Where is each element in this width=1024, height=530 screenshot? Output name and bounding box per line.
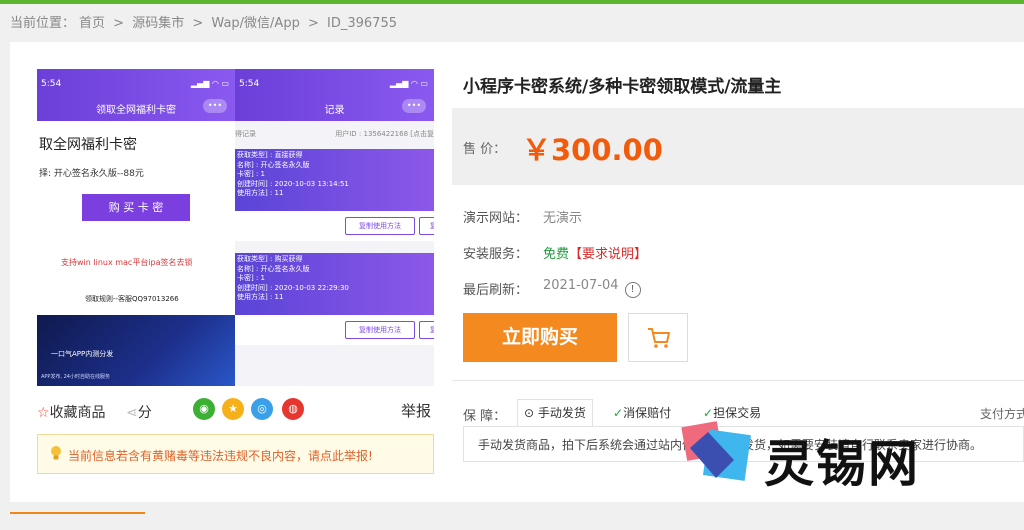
- breadcrumb-item-id: ID_396755: [327, 16, 397, 31]
- share-button[interactable]: ⋖分: [126, 402, 152, 422]
- left-phone-select: 择: 开心签名永久版--88元: [39, 169, 144, 179]
- tab-right: 用户ID : 1356422168 [点击复: [335, 130, 434, 138]
- refresh-value: 2021-07-04: [543, 278, 619, 293]
- clock-icon[interactable]: !: [624, 282, 641, 298]
- record-line: 名称] : 开心签名永久版: [237, 160, 310, 169]
- copy-method-button: 复制使用方法: [345, 217, 415, 235]
- signal-icon: ▂▄▆ ◠ ▭: [190, 79, 229, 88]
- right-phone-header: 5:54 ▂▄▆ ◠ ▭ 记录 •••: [235, 69, 434, 121]
- left-phone-buy-button: 购 买 卡 密: [82, 194, 190, 221]
- qzone-share-icon[interactable]: ★: [222, 398, 244, 420]
- record-line: 创建时间] : 2020-10-03 22:29:30: [237, 283, 349, 292]
- record-card: 获取类型] : 购买获得 名称] : 开心签名永久版 卡密] : 1 创建时间]…: [235, 253, 434, 345]
- record-line: 获取类型] : 直接获得: [237, 151, 303, 159]
- qq-share-icon[interactable]: ◎: [251, 398, 273, 420]
- record-line: 使用方法] : 11: [237, 189, 284, 197]
- record-line: 使用方法] : 11: [237, 293, 284, 301]
- report-link[interactable]: 举报: [401, 400, 431, 421]
- copy-method-button: 复制使用方法: [345, 321, 415, 339]
- breadcrumb-item-category[interactable]: Wap/微信/App: [211, 16, 299, 31]
- weibo-share-icon[interactable]: ◍: [282, 398, 304, 420]
- record-line: 名称] : 开心签名永久版: [237, 264, 310, 273]
- guarantee-text: 消保赔付: [623, 406, 672, 420]
- banner-title: 一口气APP内测分发: [51, 350, 114, 358]
- top-accent-bar: [0, 0, 1024, 4]
- share-icon: ⋖: [126, 405, 138, 421]
- report-notice[interactable]: 当前信息若含有黄赌毒等违法违规不良内容，请点此举报!: [37, 434, 434, 474]
- watermark-text: 灵锡网: [764, 435, 920, 493]
- left-phone-banner: 一口气APP内测分发 APP发布, 24小时自助在线服务: [37, 315, 235, 386]
- add-to-cart-button[interactable]: [628, 313, 688, 362]
- breadcrumb-sep: >: [113, 16, 125, 31]
- cart-icon: [648, 328, 670, 348]
- share-label: 分: [137, 405, 152, 421]
- record-line: 卡密] : 1: [237, 170, 265, 178]
- install-label: 安装服务：: [463, 247, 529, 262]
- refresh-label: 最后刷新：: [463, 283, 529, 298]
- check-icon: ✓: [613, 406, 624, 420]
- lightbulb-icon: [51, 446, 61, 460]
- divider: [452, 380, 1024, 381]
- guarantee-text: 手动发货: [537, 406, 586, 420]
- breadcrumb: 当前位置： 首页 > 源码集市 > Wap/微信/App > ID_396755: [10, 12, 401, 31]
- demo-value: 无演示: [543, 211, 583, 226]
- signal-icon: ▂▄▆ ◠ ▭: [389, 79, 428, 88]
- record-band: 获取类型] : 直接获得 名称] : 开心签名永久版 卡密] : 1 创建时间]…: [235, 149, 434, 211]
- more-icon: •••: [402, 99, 426, 113]
- favorite-button[interactable]: ☆收藏商品: [37, 402, 106, 422]
- buy-now-button[interactable]: 立即购买: [463, 313, 617, 362]
- breadcrumb-item-home[interactable]: 首页: [79, 16, 105, 31]
- left-phone-header: 5:54 ▂▄▆ ◠ ▭ 领取全网福利卡密 •••: [37, 69, 235, 121]
- record-card: 获取类型] : 直接获得 名称] : 开心签名永久版 卡密] : 1 创建时间]…: [235, 149, 434, 241]
- product-image[interactable]: 5:54 ▂▄▆ ◠ ▭ 领取全网福利卡密 ••• 取全网福利卡密 择: 开心签…: [37, 69, 434, 386]
- star-icon: ☆: [37, 405, 50, 421]
- refresh-value-wrap: 2021-07-04!: [543, 278, 641, 298]
- left-phone-heading: 取全网福利卡密: [39, 137, 137, 153]
- install-requirements-link[interactable]: 【要求说明】: [569, 247, 647, 262]
- right-phone-screenshot: 5:54 ▂▄▆ ◠ ▭ 记录 ••• 得记录 用户ID : 135642216…: [235, 69, 434, 386]
- left-phone-note: 支持win linux mac平台ipa签名去锁: [61, 258, 193, 267]
- install-value: 免费【要求说明】: [543, 243, 647, 262]
- product-title: 小程序卡密系统/多种卡密领取模式/流量主: [463, 77, 782, 97]
- record-line: 创建时间] : 2020-10-03 13:14:51: [237, 179, 349, 188]
- copy-code-button: 复制卡密: [419, 217, 434, 235]
- favorite-label: 收藏商品: [49, 405, 106, 421]
- right-phone-time: 5:54: [239, 79, 260, 89]
- more-icon: •••: [203, 99, 227, 113]
- tab-left: 得记录: [235, 130, 256, 138]
- tab-underline: [10, 512, 145, 514]
- guarantee-compensation[interactable]: ✓消保赔付: [606, 399, 679, 427]
- demo-label: 演示网站：: [463, 211, 529, 226]
- left-phone-screenshot: 5:54 ▂▄▆ ◠ ▭ 领取全网福利卡密 ••• 取全网福利卡密 择: 开心签…: [37, 69, 235, 386]
- price-value: ￥300.00: [522, 133, 663, 167]
- manual-delivery-icon: ⊙: [524, 406, 535, 420]
- notice-text: 当前信息若含有黄赌毒等违法违规不良内容，请点此举报!: [68, 449, 373, 463]
- copy-code-button: 复制卡密: [419, 321, 434, 339]
- breadcrumb-label: 当前位置：: [10, 16, 76, 31]
- price-label: 售 价：: [463, 142, 507, 157]
- breadcrumb-sep: >: [307, 16, 319, 31]
- banner-subtitle: APP发布, 24小时自助在线服务: [41, 374, 110, 380]
- left-phone-time: 5:54: [41, 79, 62, 89]
- watermark: 灵锡网: [676, 418, 996, 496]
- watermark-logo-icon: [681, 421, 751, 481]
- guarantee-manual[interactable]: ⊙ 手动发货: [517, 399, 593, 427]
- breadcrumb-item-market[interactable]: 源码集市: [132, 16, 184, 31]
- record-line: 卡密] : 1: [237, 274, 265, 282]
- guarantee-label: 保 障：: [463, 409, 507, 424]
- wechat-share-icon[interactable]: ◉: [193, 398, 215, 420]
- record-band: 获取类型] : 购买获得 名称] : 开心签名永久版 卡密] : 1 创建时间]…: [235, 253, 434, 315]
- left-phone-rules: 领取规则--客服QQ97013266: [85, 295, 179, 303]
- record-line: 获取类型] : 购买获得: [237, 255, 303, 263]
- install-free: 免费: [543, 247, 570, 262]
- breadcrumb-sep: >: [192, 16, 204, 31]
